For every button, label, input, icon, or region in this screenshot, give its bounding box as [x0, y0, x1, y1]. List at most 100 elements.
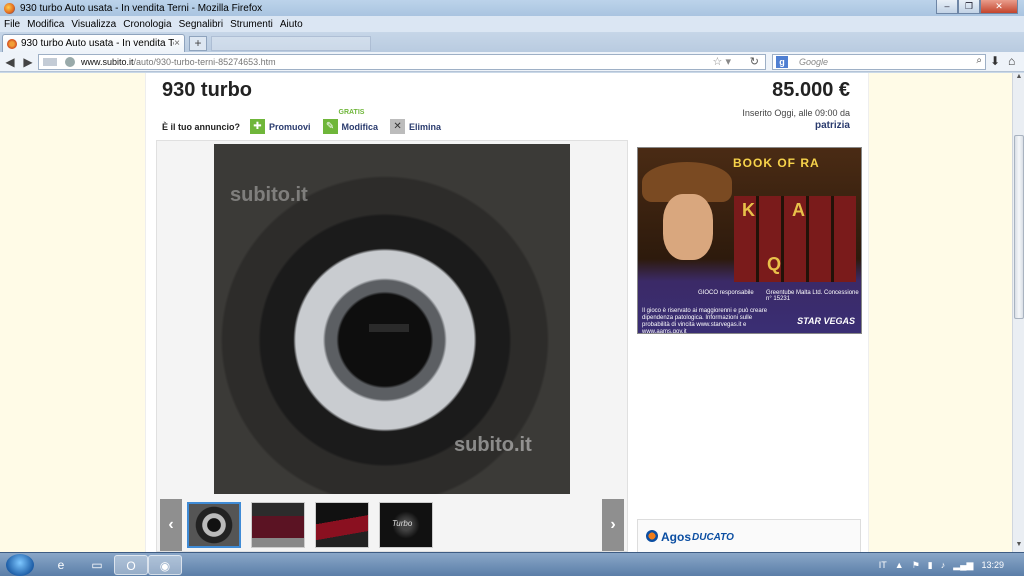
- menu-aiuto[interactable]: Aiuto: [280, 19, 303, 30]
- menu-strumenti[interactable]: Strumenti: [230, 19, 273, 30]
- back-arrow-icon[interactable]: ◀: [2, 54, 18, 70]
- banner-slot-reels: K A Q: [734, 196, 856, 282]
- search-icon[interactable]: ⌕: [976, 55, 982, 66]
- book-of-ra-banner[interactable]: BOOK OF RA K A Q GIOCO responsabile Gree…: [637, 147, 862, 334]
- tab-label: 930 turbo Auto usata - In vendita Terni: [21, 38, 175, 49]
- promote-label: Promuovi: [269, 121, 311, 132]
- thumbnail-3[interactable]: [315, 502, 369, 548]
- close-button[interactable]: ✕: [980, 0, 1018, 14]
- delete-button[interactable]: ✕ Elimina: [390, 119, 441, 134]
- thumbnail-strip: Turbo: [187, 502, 443, 548]
- banner-face-image: [663, 194, 713, 260]
- ad-title: 930 turbo: [162, 79, 253, 101]
- window-controls: – ❐ ✕: [936, 0, 1018, 14]
- promote-button[interactable]: ✚ Promuovi: [250, 119, 311, 134]
- scroll-up-icon[interactable]: ▲: [1014, 73, 1024, 84]
- tray-arrow-icon[interactable]: ▲: [895, 560, 904, 570]
- reel-symbol-q: Q: [767, 254, 782, 274]
- close-icon: ✕: [390, 119, 406, 134]
- bookmark-star-icon[interactable]: ☆ ▾: [713, 55, 731, 68]
- firefox-icon: [4, 2, 15, 14]
- search-box[interactable]: g Google ⌕: [772, 54, 986, 70]
- vertical-scrollbar[interactable]: ▲ ▼: [1012, 73, 1024, 552]
- window-title: 930 turbo Auto usata - In vendita Terni …: [20, 2, 263, 14]
- banner-brand: STAR VEGAS: [797, 316, 855, 326]
- minimize-button[interactable]: –: [936, 0, 958, 14]
- address-bar[interactable]: www.subito.it/auto/930-turbo-terni-85274…: [38, 54, 766, 70]
- firefox-taskbar-icon[interactable]: ◉: [148, 555, 182, 575]
- agos-logo: Agos: [646, 530, 691, 544]
- owner-question: È il tuo annuncio?: [162, 121, 240, 132]
- subito-favicon-icon: [7, 38, 17, 49]
- reel-symbol-k: K: [742, 200, 755, 220]
- system-tray: IT ▲ ⚑ ▮ ♪ ▂▄▆ 13:29: [879, 553, 1024, 576]
- wheel-hub: [369, 324, 409, 332]
- flag-icon[interactable]: ⚑: [912, 560, 920, 571]
- pencil-icon: ✎: [322, 119, 338, 134]
- ad-posted-date: Inserito Oggi, alle 09:00 da: [742, 108, 850, 118]
- delete-label: Elimina: [409, 121, 442, 132]
- download-icon[interactable]: ⬇: [990, 54, 1000, 68]
- tab-close-icon[interactable]: ×: [174, 38, 180, 49]
- clock[interactable]: 13:29: [981, 560, 1004, 570]
- window-titlebar: 930 turbo Auto usata - In vendita Terni …: [0, 0, 1024, 16]
- edit-label: Modifica: [341, 121, 379, 132]
- menu-modifica[interactable]: Modifica: [27, 19, 64, 30]
- thumbnail-1-selected[interactable]: [187, 502, 241, 548]
- reel-symbol-a: A: [792, 200, 805, 220]
- menu-segnalibri[interactable]: Segnalibri: [179, 19, 223, 30]
- ad-content: 930 turbo 85.000 € Inserito Oggi, alle 0…: [145, 73, 869, 552]
- reload-icon[interactable]: ↻: [750, 55, 759, 68]
- gallery-next-button[interactable]: ›: [602, 499, 624, 551]
- thumbnail-4[interactable]: Turbo: [379, 502, 433, 548]
- ducato-logo: DUCATO: [692, 532, 734, 543]
- globe-icon: [65, 57, 75, 67]
- address-url[interactable]: www.subito.it/auto/930-turbo-terni-85274…: [81, 57, 276, 67]
- battery-icon[interactable]: ▮: [928, 560, 933, 571]
- scroll-thumb[interactable]: [1014, 135, 1024, 319]
- banner-responsible-gaming: GIOCO responsabile: [698, 290, 754, 296]
- edit-button[interactable]: GRATIS ✎ Modifica: [322, 109, 379, 134]
- explorer-folder-icon[interactable]: ▭: [80, 555, 114, 575]
- thumbnail-4-text: Turbo: [392, 519, 413, 528]
- menu-file[interactable]: File: [4, 19, 20, 30]
- banner-logo: BOOK OF RA: [733, 156, 820, 170]
- volume-icon[interactable]: ♪: [941, 560, 946, 570]
- language-indicator[interactable]: IT: [879, 560, 887, 570]
- navigation-bar: ◀ ▶ www.subito.it/auto/930-turbo-terni-8…: [0, 52, 1024, 72]
- outlook-icon[interactable]: O: [114, 555, 148, 575]
- ad-price: 85.000 €: [772, 79, 850, 101]
- windows-taskbar: e ▭ O ◉ IT ▲ ⚑ ▮ ♪ ▂▄▆ 13:29: [0, 552, 1024, 576]
- menu-visualizza[interactable]: Visualizza: [71, 19, 116, 30]
- scroll-down-icon[interactable]: ▼: [1014, 541, 1024, 552]
- thumbnail-2[interactable]: [251, 502, 305, 548]
- photo-watermark-top: subito.it: [230, 184, 308, 206]
- forward-arrow-icon[interactable]: ▶: [20, 54, 36, 70]
- photo-gallery: subito.it subito.it ‹ Turbo ›: [156, 140, 628, 552]
- signal-icon[interactable]: ▂▄▆: [953, 560, 973, 571]
- megaphone-icon: ✚: [250, 119, 265, 134]
- restore-button[interactable]: ❐: [958, 0, 980, 14]
- web-page: 930 turbo 85.000 € Inserito Oggi, alle 0…: [0, 73, 1012, 552]
- google-engine-icon[interactable]: g: [776, 56, 788, 68]
- tab-bar: 930 turbo Auto usata - In vendita Terni …: [0, 32, 1024, 52]
- banner-disclaimer: Il gioco è riservato ai maggiorenni e pu…: [642, 308, 768, 334]
- start-button[interactable]: [6, 554, 34, 576]
- main-photo-wheel[interactable]: subito.it subito.it: [214, 144, 570, 494]
- agos-banner[interactable]: Agos DUCATO: [637, 519, 861, 552]
- background-window-tab: [211, 36, 371, 51]
- menu-bar: File Modifica Visualizza Cronologia Segn…: [0, 16, 1024, 32]
- owner-actions: È il tuo annuncio? ✚ Promuovi GRATIS ✎ M…: [162, 109, 453, 134]
- gallery-prev-button[interactable]: ‹: [160, 499, 182, 551]
- banner-concession: Greentube Malta Ltd. Concessione n° 1523…: [766, 290, 859, 302]
- menu-cronologia[interactable]: Cronologia: [123, 19, 171, 30]
- app-grid-icon[interactable]: [43, 58, 57, 66]
- search-input[interactable]: Google: [799, 57, 828, 67]
- photo-watermark-bottom: subito.it: [454, 434, 532, 456]
- tab-active[interactable]: 930 turbo Auto usata - In vendita Terni …: [2, 34, 185, 52]
- ie-icon[interactable]: e: [44, 555, 78, 575]
- home-icon[interactable]: ⌂: [1008, 54, 1015, 68]
- seller-link[interactable]: patrizia: [815, 120, 850, 131]
- free-badge: GRATIS: [338, 109, 365, 116]
- new-tab-button[interactable]: +: [189, 36, 207, 51]
